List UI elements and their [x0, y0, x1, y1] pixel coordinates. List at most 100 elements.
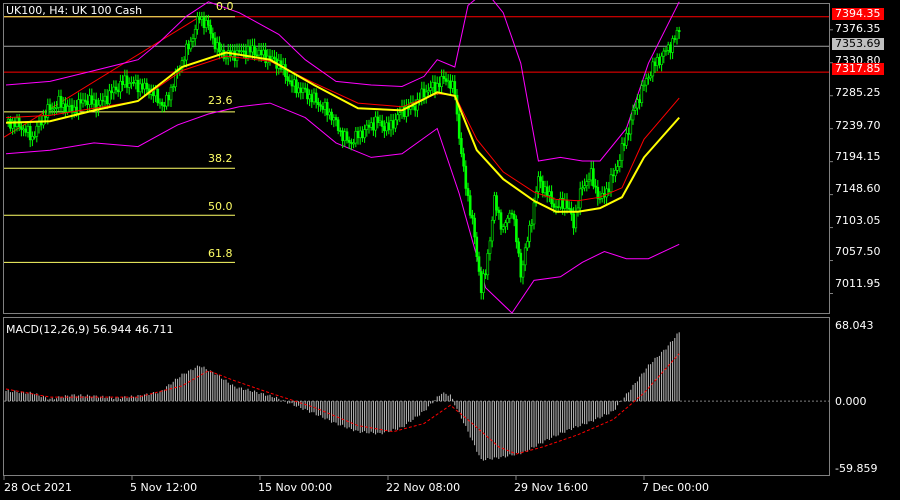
- candle-body: [356, 131, 360, 139]
- time-label: 5 Nov 12:00: [130, 481, 198, 494]
- candle-body: [644, 78, 648, 86]
- candle-body: [482, 273, 485, 293]
- fib-label-0: 0.0: [216, 0, 234, 13]
- candle-body: [647, 77, 650, 80]
- price-tick: 7194.15: [835, 150, 881, 163]
- candle-body: [145, 82, 149, 90]
- candle-body: [367, 124, 371, 128]
- candle-body: [339, 130, 342, 132]
- candle-body: [479, 271, 483, 293]
- candle-body: [24, 128, 28, 133]
- candle-body: [314, 92, 318, 103]
- axis-ticks: [3, 29, 833, 480]
- candle-body: [259, 49, 263, 56]
- candle-body: [328, 111, 331, 116]
- candle-body: [290, 80, 294, 87]
- candle-body: [83, 99, 87, 102]
- candle-body: [435, 83, 439, 93]
- candle-body: [497, 209, 501, 213]
- candle-body: [567, 207, 571, 210]
- candle-body: [253, 45, 256, 56]
- candle-body: [378, 120, 382, 123]
- candle-body: [211, 33, 215, 39]
- candle-body: [427, 90, 430, 93]
- candle-body: [101, 99, 105, 102]
- candle-body: [391, 120, 395, 129]
- candle-body: [660, 55, 663, 65]
- candle-body: [22, 128, 25, 131]
- candle-body: [352, 142, 355, 145]
- candle-body: [347, 139, 351, 143]
- candle-body: [160, 101, 164, 106]
- candle-body: [618, 160, 622, 167]
- candle-body: [286, 76, 289, 81]
- candle-body: [506, 217, 509, 224]
- fib-label-38-2: 38.2: [208, 152, 233, 165]
- candle-body: [515, 218, 518, 243]
- candle-body: [380, 120, 384, 127]
- candle-body: [673, 38, 677, 40]
- fibonacci-retracement[interactable]: [3, 16, 235, 263]
- candle-body: [464, 165, 468, 189]
- candle-body: [182, 59, 186, 62]
- candle-body: [510, 212, 514, 215]
- candle-body: [143, 82, 146, 90]
- candle-body: [341, 130, 344, 142]
- time-label: 28 Oct 2021: [4, 481, 73, 494]
- candle-body: [55, 107, 58, 109]
- candle-body: [638, 99, 641, 104]
- candle-body: [396, 114, 399, 121]
- candle-body: [499, 212, 503, 230]
- candle-body: [642, 84, 646, 87]
- candle-body: [119, 81, 122, 93]
- candle-body: [442, 76, 446, 79]
- candle-body: [308, 94, 311, 100]
- candle-body: [398, 112, 402, 116]
- price-tick: 7285.25: [835, 86, 881, 99]
- candle-body: [449, 80, 452, 89]
- candle-body: [200, 16, 204, 20]
- candle-body: [389, 120, 393, 131]
- candle-body: [198, 16, 201, 20]
- candle-body: [297, 87, 300, 94]
- candle-body: [350, 142, 353, 144]
- candle-body: [207, 20, 210, 26]
- candle-body: [257, 49, 261, 56]
- candle-body: [354, 131, 358, 144]
- macd-tick-zero: 0.000: [835, 395, 867, 408]
- candle-body: [88, 95, 91, 105]
- candle-body: [130, 81, 133, 84]
- candle-body: [653, 61, 657, 67]
- bollinger-bands: [5, 0, 680, 314]
- candle-body: [622, 143, 626, 146]
- candle-body: [548, 191, 551, 196]
- candle-body: [519, 252, 523, 278]
- candle-body: [554, 206, 558, 208]
- chart-canvas[interactable]: [0, 0, 900, 500]
- candle-body: [556, 206, 560, 208]
- candle-body: [504, 222, 507, 228]
- candle-body: [202, 16, 206, 28]
- candle-body: [466, 188, 470, 196]
- candle-body: [235, 50, 239, 61]
- candle-body: [310, 94, 314, 103]
- candle-body: [28, 125, 32, 141]
- candle-body: [517, 241, 520, 254]
- candle-body: [187, 43, 190, 50]
- candle-body: [541, 180, 545, 194]
- candle-body: [218, 42, 221, 53]
- candle-body: [48, 104, 52, 111]
- candle-body: [94, 99, 98, 111]
- candle-body: [631, 110, 635, 121]
- candle-body: [671, 38, 674, 53]
- candle-body: [457, 113, 461, 139]
- macd-tick-min: -59.859: [835, 462, 878, 475]
- candle-body: [317, 102, 320, 106]
- price-badge-support: 7317.85: [832, 63, 884, 75]
- candle-body: [213, 37, 217, 50]
- candle-body: [132, 81, 135, 84]
- candle-body: [521, 264, 525, 278]
- candle-body: [444, 78, 448, 82]
- price-tick: 7011.95: [835, 277, 881, 290]
- candle-body: [666, 44, 670, 51]
